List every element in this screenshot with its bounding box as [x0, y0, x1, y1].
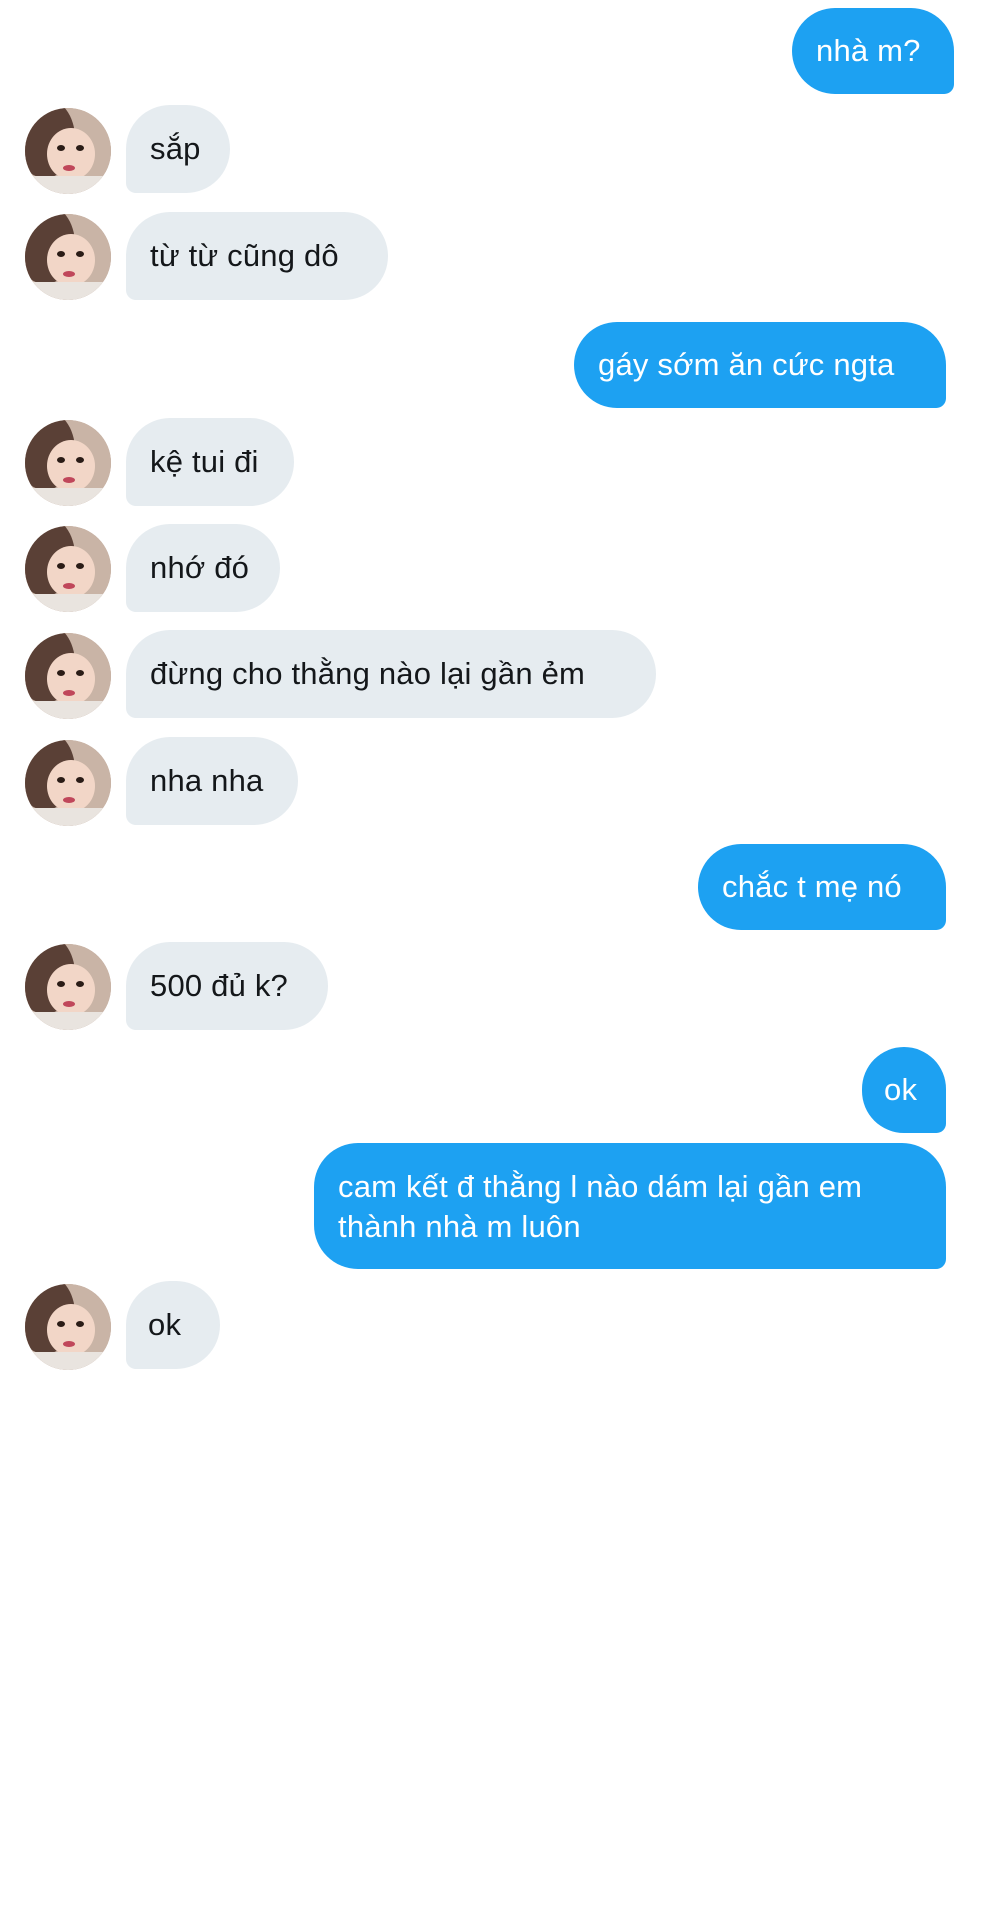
message-text: chắc t mẹ nó: [722, 869, 902, 904]
outgoing-message-bubble[interactable]: nhà m?: [792, 8, 954, 94]
incoming-message-bubble[interactable]: kệ tui đi: [126, 418, 294, 506]
message-text: kệ tui đi: [150, 444, 259, 479]
avatar-photo-icon: [25, 944, 111, 1030]
message-text: gáy sớm ăn cức ngta: [598, 347, 895, 382]
message-text: từ từ cũng dô: [150, 238, 339, 273]
outgoing-message-bubble[interactable]: cam kết đ thằng l nào dám lại gần em thà…: [314, 1143, 946, 1269]
incoming-message-bubble[interactable]: 500 đủ k?: [126, 942, 328, 1030]
incoming-message-bubble[interactable]: nhớ đó: [126, 524, 280, 612]
contact-avatar[interactable]: [25, 420, 111, 506]
contact-avatar[interactable]: [25, 1284, 111, 1370]
contact-avatar[interactable]: [25, 526, 111, 612]
message-text: nhà m?: [816, 33, 921, 68]
avatar-photo-icon: [25, 1284, 111, 1370]
incoming-message-bubble[interactable]: ok: [126, 1281, 220, 1369]
contact-avatar[interactable]: [25, 633, 111, 719]
outgoing-message-bubble[interactable]: ok: [862, 1047, 946, 1133]
message-text: 500 đủ k?: [150, 968, 288, 1003]
contact-avatar[interactable]: [25, 214, 111, 300]
message-text: ok: [884, 1072, 918, 1107]
incoming-message-bubble[interactable]: đừng cho thằng nào lại gần ẻm: [126, 630, 656, 718]
avatar-photo-icon: [25, 740, 111, 826]
message-text: cam kết đ thằng l nào dám lại gần em thà…: [338, 1169, 863, 1244]
contact-avatar[interactable]: [25, 944, 111, 1030]
message-text: đừng cho thằng nào lại gần ẻm: [150, 656, 586, 691]
avatar-photo-icon: [25, 420, 111, 506]
message-text: nha nha: [150, 763, 264, 798]
contact-avatar[interactable]: [25, 108, 111, 194]
message-thread: nhà m? sắp từ từ cũng dô gáy sớm ăn cức …: [0, 0, 981, 1920]
incoming-message-bubble[interactable]: sắp: [126, 105, 230, 193]
message-text: nhớ đó: [150, 550, 250, 585]
incoming-message-bubble[interactable]: nha nha: [126, 737, 298, 825]
avatar-photo-icon: [25, 526, 111, 612]
message-text: sắp: [150, 131, 201, 166]
message-text: ok: [148, 1307, 182, 1342]
outgoing-message-bubble[interactable]: chắc t mẹ nó: [698, 844, 946, 930]
avatar-photo-icon: [25, 108, 111, 194]
avatar-photo-icon: [25, 214, 111, 300]
contact-avatar[interactable]: [25, 740, 111, 826]
avatar-photo-icon: [25, 633, 111, 719]
incoming-message-bubble[interactable]: từ từ cũng dô: [126, 212, 388, 300]
outgoing-message-bubble[interactable]: gáy sớm ăn cức ngta: [574, 322, 946, 408]
